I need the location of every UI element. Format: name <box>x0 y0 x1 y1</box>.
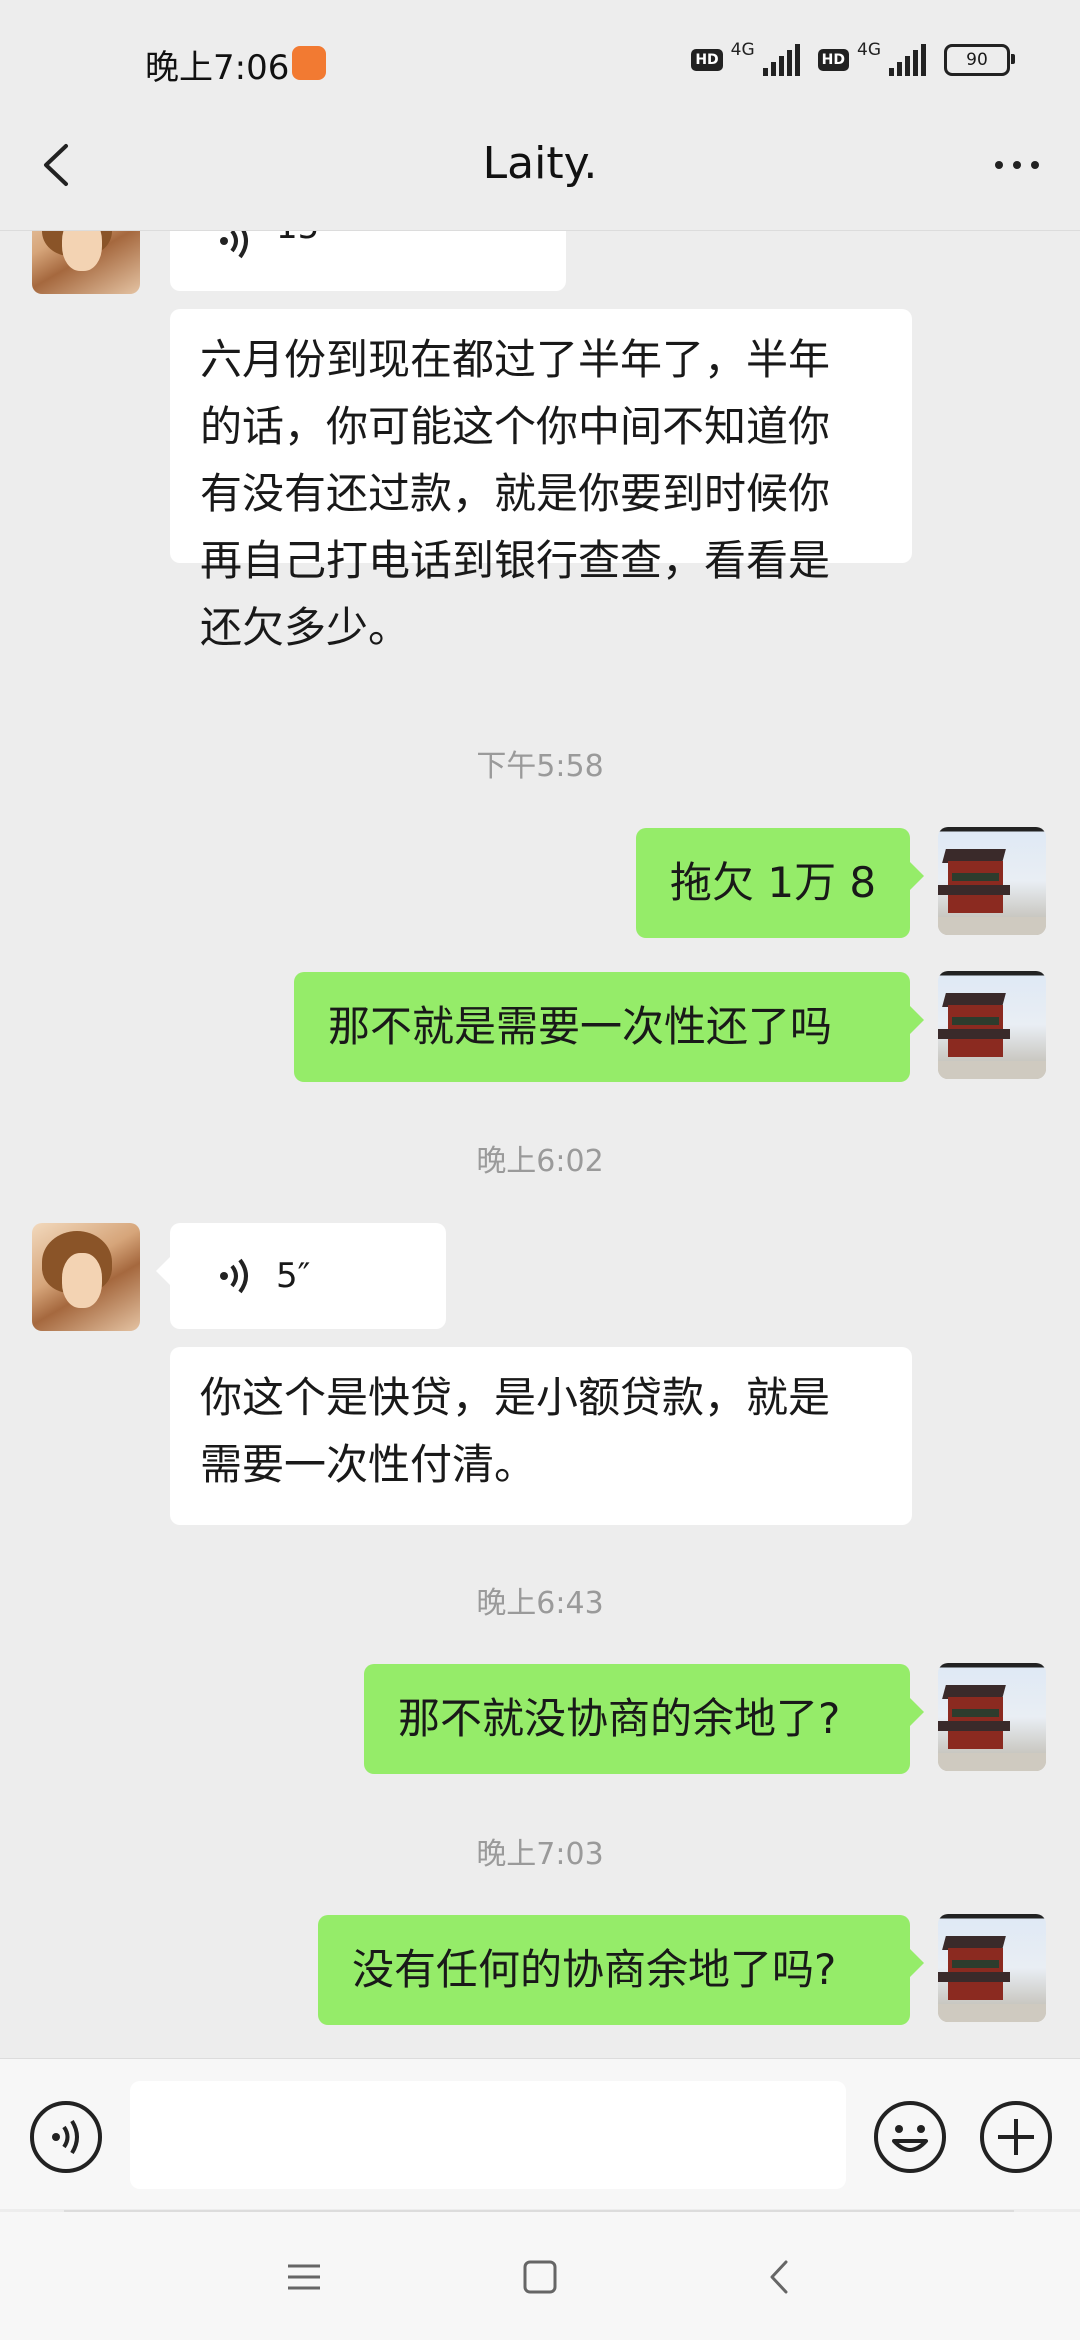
message-line: 你这个是快贷，是小额贷款，就是 <box>200 1373 831 1422</box>
voice-wave-icon <box>220 231 248 259</box>
back-icon <box>770 2260 788 2294</box>
plus-button[interactable] <box>978 2099 1054 2175</box>
message-line: 的话，你可能这个你中间不知道你 <box>200 402 831 451</box>
sent-message[interactable]: 拖欠 1万 8 <box>636 828 924 938</box>
message-text: 没有任何的协商余地了吗? <box>352 1945 837 1994</box>
received-message[interactable]: 你这个是快贷，是小额贷款，就是 需要一次性付清。 <box>170 1347 912 1525</box>
status-time: 晚上7:06 <box>145 48 290 88</box>
chat-header: Laity. <box>0 100 1080 231</box>
menu-icon <box>288 2264 320 2290</box>
more-dots-icon <box>995 161 1039 169</box>
network-type-2: 4G <box>857 40 881 60</box>
hd-badge-1: HD <box>691 49 723 71</box>
voice-input-button[interactable] <box>28 2099 104 2175</box>
signal-icon-2 <box>889 44 926 76</box>
nav-back-button[interactable] <box>750 2252 810 2302</box>
message-line: 再自己打电话到银行查查，看看是 <box>200 536 831 585</box>
my-avatar[interactable] <box>938 827 1046 935</box>
signal-icon-1 <box>762 44 800 76</box>
timestamp: 晚上6:02 <box>476 1144 604 1179</box>
voice-duration: 15″ <box>276 231 332 261</box>
timestamp: 晚上6:43 <box>476 1586 604 1621</box>
received-message[interactable]: 六月份到现在都过了半年了，半年 的话，你可能这个你中间不知道你 有没有还过款，就… <box>170 309 912 652</box>
status-icons: HD 4G HD 4G 90 <box>691 40 1015 76</box>
message-line: 六月份到现在都过了半年了，半年 <box>200 335 831 384</box>
message-line: 还欠多少。 <box>200 603 411 652</box>
timestamp: 晚上7:03 <box>476 1837 604 1872</box>
chat-messages[interactable]: 15″ 六月份到现在都过了半年了，半年 的话，你可能这个你中间不知道你 有没有还… <box>0 231 1080 2057</box>
battery-level: 90 <box>966 50 988 70</box>
timestamp: 下午5:58 <box>476 749 604 784</box>
message-text: 那不就是需要一次性还了吗 <box>328 1002 833 1051</box>
voice-duration: 5″ <box>276 1255 311 1296</box>
nav-home-button[interactable] <box>510 2252 570 2302</box>
sent-message[interactable]: 那不就没协商的余地了? <box>364 1664 924 1774</box>
voice-message[interactable]: 5″ <box>156 1223 446 1329</box>
message-text: 拖欠 1万 8 <box>670 858 877 907</box>
contact-avatar[interactable] <box>32 231 140 294</box>
battery-icon: 90 <box>944 44 1015 76</box>
my-avatar[interactable] <box>938 1914 1046 2022</box>
contact-avatar[interactable] <box>32 1223 140 1331</box>
voice-wave-icon <box>220 1258 248 1294</box>
nav-menu-button[interactable] <box>274 2252 334 2302</box>
plus-icon <box>980 2101 1052 2173</box>
home-icon <box>523 2260 557 2294</box>
voice-input-icon <box>30 2101 102 2173</box>
voice-message[interactable]: 15″ <box>170 231 566 291</box>
my-avatar[interactable] <box>938 971 1046 1079</box>
input-bar <box>0 2058 1080 2209</box>
emoji-icon <box>874 2101 946 2173</box>
message-text: 那不就没协商的余地了? <box>398 1694 841 1743</box>
system-nav-bar <box>0 2212 1080 2340</box>
message-line: 有没有还过款，就是你要到时候你 <box>200 469 831 518</box>
sent-message[interactable]: 没有任何的协商余地了吗? <box>318 1915 924 2025</box>
message-input[interactable] <box>130 2081 846 2189</box>
hd-badge-2: HD <box>817 49 849 71</box>
app-notification-icon <box>292 46 326 80</box>
more-button[interactable] <box>982 130 1052 200</box>
sent-message[interactable]: 那不就是需要一次性还了吗 <box>294 972 924 1082</box>
network-type-1: 4G <box>730 40 755 60</box>
my-avatar[interactable] <box>938 1663 1046 1771</box>
message-line: 需要一次性付清。 <box>200 1440 537 1489</box>
emoji-button[interactable] <box>872 2099 948 2175</box>
chat-title: Laity. <box>482 138 598 189</box>
